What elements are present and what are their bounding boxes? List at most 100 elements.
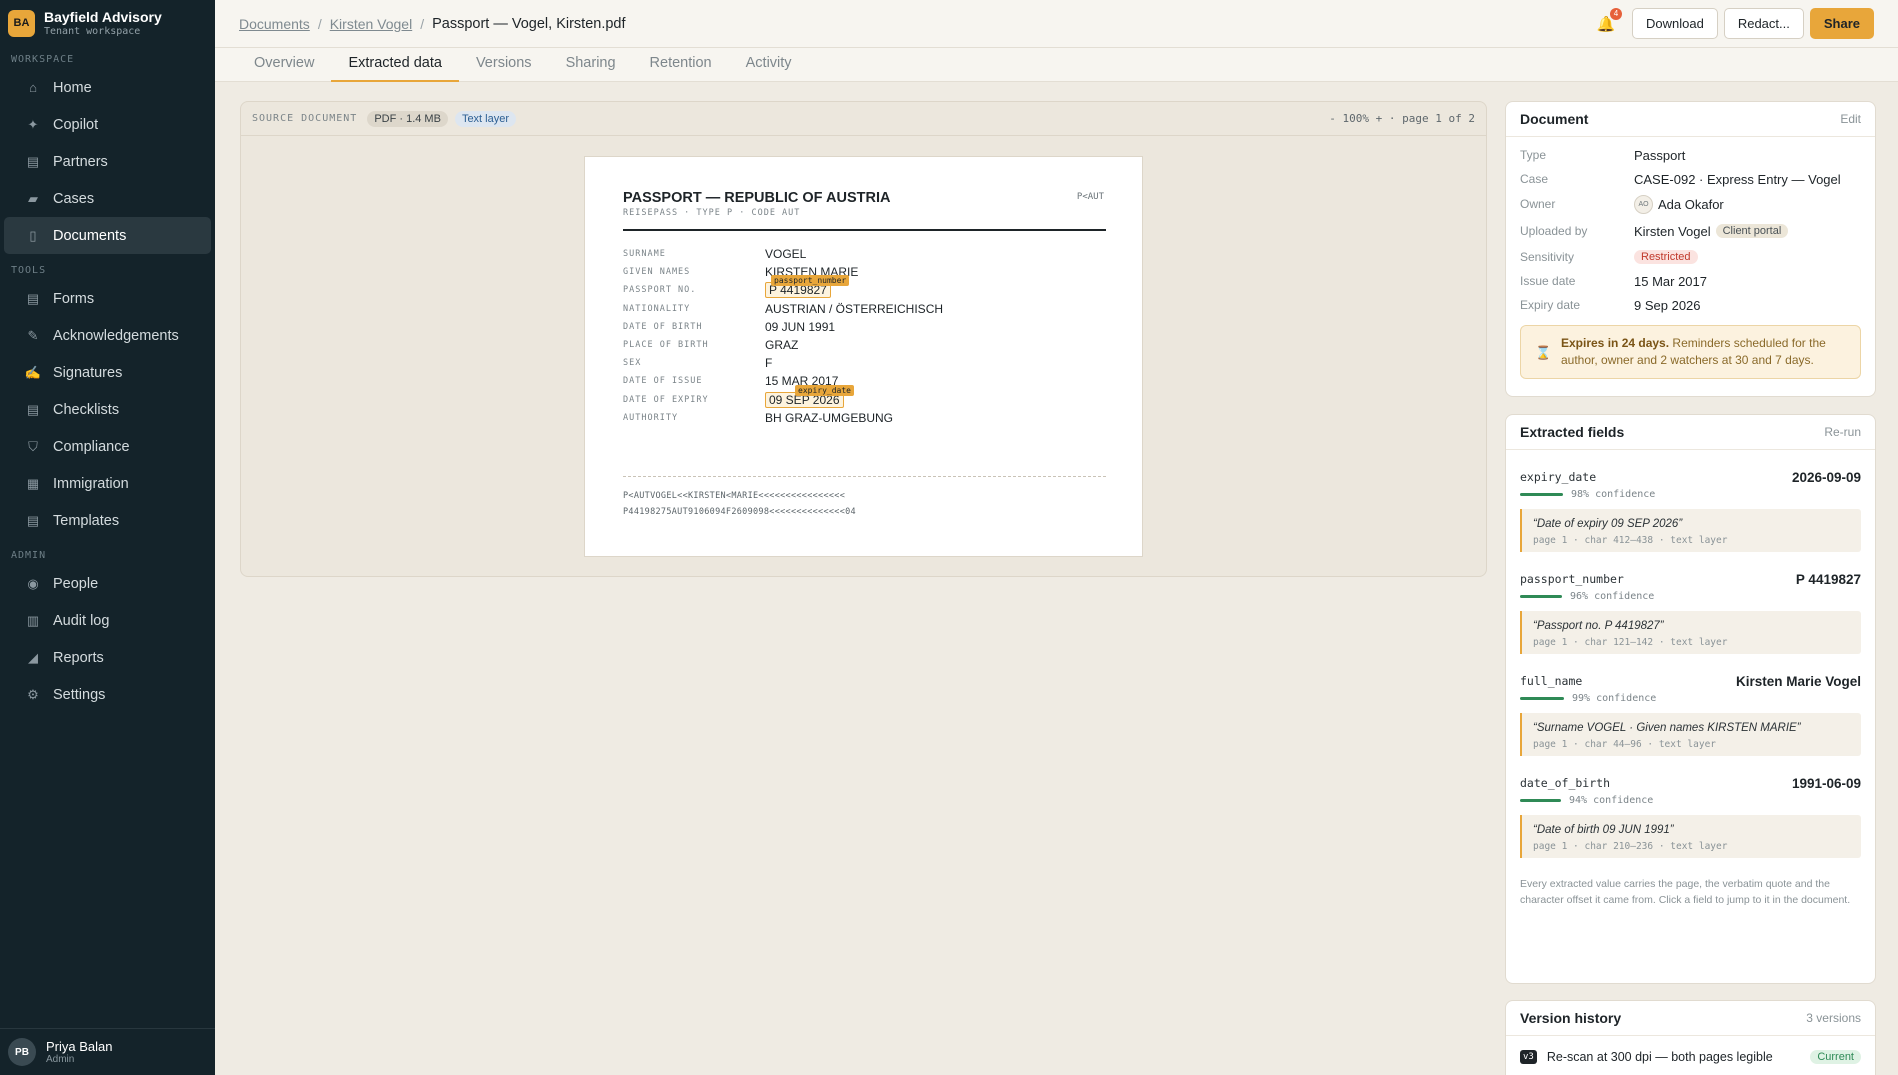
sidebar-item-reports[interactable]: ◢ Reports	[4, 639, 211, 676]
card-title: Version history	[1520, 1010, 1622, 1026]
sidebar-item-checklists[interactable]: ▤ Checklists	[4, 391, 211, 428]
sidebar-item-templates[interactable]: ▤ Templates	[4, 502, 211, 539]
top-bar: Documents / Kirsten Vogel / Passport — V…	[215, 0, 1898, 48]
tab-retention[interactable]: Retention	[633, 48, 729, 82]
source-quote[interactable]: “Passport no. P 4419827” page 1 · char 12…	[1520, 611, 1861, 654]
case-link[interactable]: CASE-092 · Express Entry — Vogel	[1634, 172, 1841, 187]
folder-icon: ▰	[28, 190, 38, 206]
sidebar-item-signatures[interactable]: ✍ Signatures	[4, 354, 211, 391]
sidebar-item-label: Cases	[53, 190, 95, 207]
sidebar-item-label: Partners	[53, 153, 108, 170]
sidebar-item-partners[interactable]: ▤ Partners	[4, 143, 211, 180]
extracted-field[interactable]: expiry_date 2026-09-09 98% confidence “Date…	[1506, 468, 1875, 552]
extracted-field[interactable]: date_of_birth 1991-06-09 94% confidence “Da…	[1506, 774, 1875, 858]
uploader-name: Kirsten Vogel	[1634, 223, 1711, 239]
extracted-field[interactable]: passport_number P 4419827 96% confidence “P…	[1506, 570, 1875, 654]
field-header: expiry_date 2026-09-09	[1520, 468, 1861, 486]
breadcrumb-documents[interactable]: Documents	[239, 16, 310, 32]
sidebar-item-documents[interactable]: ▯ Documents	[4, 217, 211, 254]
quote-text: “Passport no. P 4419827”	[1533, 620, 1664, 632]
extracted-field[interactable]: full_name Kirsten Marie Vogel 99% confiden…	[1506, 672, 1875, 756]
sidebar-item-label: Immigration	[53, 475, 129, 492]
meta-label: Owner	[1520, 197, 1556, 211]
notifications-button[interactable]: 🔔 4	[1596, 7, 1622, 34]
sidebar-item-audit-log[interactable]: ▥ Audit log	[4, 602, 211, 639]
template-icon: ▤	[26, 512, 40, 528]
rerun-button[interactable]: Re-run	[1824, 425, 1861, 439]
sidebar-item-label: People	[53, 575, 99, 592]
confidence: 94% confidence	[1520, 792, 1861, 808]
user-menu[interactable]: PB Priya Balan Admin	[0, 1028, 215, 1075]
meta-value: Passport	[1634, 147, 1686, 163]
sidebar-item-compliance[interactable]: ⛉ Compliance	[4, 428, 211, 465]
current-badge: Current	[1810, 1050, 1861, 1064]
zoom-pager[interactable]: - 100% + · page 1 of 2	[1329, 112, 1475, 125]
sidebar-item-immigration[interactable]: ▦ Immigration	[4, 465, 211, 502]
sidebar-item-label: Templates	[53, 512, 120, 529]
passport-row: DATE OF EXPIRY 09 SEP 2026 expiry_date	[623, 384, 1106, 409]
source-quote[interactable]: “Date of birth 09 JUN 1991” page 1 · char…	[1520, 815, 1861, 858]
source-label: SOURCE DOCUMENT	[252, 113, 358, 124]
tab-sharing[interactable]: Sharing	[549, 48, 633, 82]
passport-field-value: VOGEL	[765, 247, 807, 261]
format-badge: PDF · 1.4 MB	[367, 110, 448, 127]
sidebar-item-home[interactable]: ⌂ Home	[4, 69, 211, 106]
field-name: full_name	[1520, 674, 1583, 688]
signature-icon: ✍	[24, 364, 42, 380]
sensitivity-badge: Restricted	[1634, 250, 1698, 264]
version-history-header: Version history 3 versions	[1506, 1001, 1875, 1036]
hourglass-icon: ⌛	[1535, 345, 1552, 360]
source-quote[interactable]: “Date of expiry 09 SEP 2026” page 1 · cha…	[1520, 509, 1861, 552]
pen-icon: ✎	[27, 327, 39, 343]
text-layer-badge[interactable]: Text layer	[454, 110, 517, 127]
redact-button[interactable]: Redact...	[1723, 8, 1804, 39]
page-title: Passport — Vogel, Kirsten.pdf	[432, 15, 626, 32]
passport-field-label: SURNAME	[623, 249, 666, 259]
passport-field-value: F	[765, 356, 773, 371]
clipboard-icon: ▤	[26, 153, 40, 169]
brand[interactable]: BA Bayfield Advisory Tenant workspace	[0, 0, 215, 46]
avatar: PB	[8, 1038, 36, 1066]
sidebar-item-settings[interactable]: ⚙ Settings	[4, 676, 211, 713]
source-document-panel: SOURCE DOCUMENT PDF · 1.4 MB Text layer …	[240, 101, 1487, 577]
sidebar-item-cases[interactable]: ▰ Cases	[4, 180, 211, 217]
source-quote[interactable]: “Surname VOGEL · Given names KIRSTEN MAR…	[1520, 713, 1861, 756]
meta-expiry-date: Expiry date 9 Sep 2026	[1506, 293, 1875, 317]
breadcrumb-client[interactable]: Kirsten Vogel	[330, 16, 413, 32]
source-badge: Client portal	[1715, 224, 1789, 238]
passport-row: DATE OF ISSUE 15 MAR 2017	[623, 372, 1106, 390]
sidebar-item-label: Checklists	[53, 401, 120, 418]
meta-label: Type	[1520, 148, 1547, 162]
divider	[623, 476, 1106, 477]
extraction-tag[interactable]: expiry_date	[795, 384, 854, 396]
version-row[interactable]: v3 Re-scan at 300 dpi — both pages legib…	[1506, 1042, 1875, 1072]
download-button[interactable]: Download	[1632, 8, 1718, 39]
alert-title: Expires in 24 days.	[1561, 336, 1670, 350]
confidence-text: 99% confidence	[1572, 692, 1657, 704]
tab-versions[interactable]: Versions	[459, 48, 549, 82]
passport-field-label: DATE OF ISSUE	[623, 376, 703, 387]
meta-issue-date: Issue date 15 Mar 2017	[1506, 269, 1875, 293]
notification-count: 4	[1610, 7, 1622, 20]
meta-type: Type Passport	[1506, 143, 1875, 167]
confidence-bar	[1520, 798, 1561, 802]
passport-field-label: DATE OF EXPIRY	[623, 394, 709, 405]
sidebar-item-people[interactable]: ◉ People	[4, 565, 211, 602]
sidebar-item-label: Home	[53, 79, 92, 96]
quote-text: “Date of expiry 09 SEP 2026”	[1533, 518, 1683, 530]
confidence-bar	[1520, 696, 1564, 700]
edit-button[interactable]: Edit	[1840, 112, 1861, 126]
sidebar-item-acknowledgements[interactable]: ✎ Acknowledgements	[4, 317, 211, 354]
tab-extracted-data[interactable]: Extracted data	[331, 48, 459, 82]
sidebar-item-copilot[interactable]: ✦ Copilot	[4, 106, 211, 143]
meta-label: Expiry date	[1520, 298, 1581, 312]
share-button[interactable]: Share	[1809, 8, 1874, 39]
extraction-tag[interactable]: passport_number	[771, 275, 850, 287]
tab-overview[interactable]: Overview	[237, 48, 331, 82]
brand-name: Bayfield Advisory	[44, 8, 162, 25]
sidebar-item-label: Compliance	[53, 438, 130, 455]
tab-activity[interactable]: Activity	[729, 48, 809, 82]
sidebar-item-forms[interactable]: ▤ Forms	[4, 280, 211, 317]
owner-value[interactable]: AO Ada Okafor	[1634, 194, 1724, 214]
passport-field-label: NATIONALITY	[623, 303, 691, 314]
